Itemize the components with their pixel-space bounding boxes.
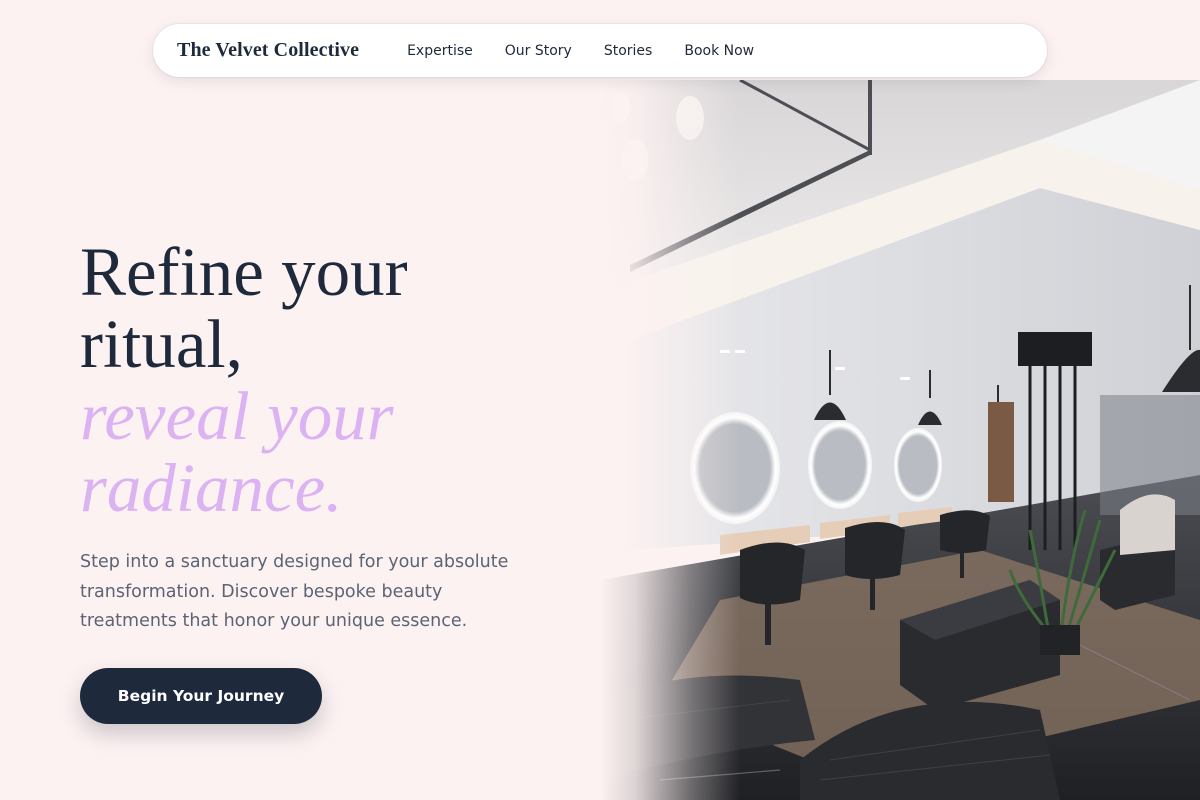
landing-page: The Velvet Collective Expertise Our Stor… [0,0,1200,800]
headline-line-1: Refine your [80,234,408,310]
hero-headline: Refine your ritual, reveal your radiance… [80,236,580,524]
top-navigation-bar: The Velvet Collective Expertise Our Stor… [153,24,1047,77]
headline-accent-line-1: reveal your [80,378,394,454]
nav-link-stories[interactable]: Stories [604,43,653,59]
salon-interior-illustration [600,80,1200,800]
nav-link-expertise[interactable]: Expertise [407,43,473,59]
nav-link-book-now[interactable]: Book Now [684,43,754,59]
headline-line-2: ritual, [80,306,243,382]
nav-links: Expertise Our Story Stories Book Now [407,43,754,59]
brand-logo-text[interactable]: The Velvet Collective [177,39,359,62]
begin-journey-button[interactable]: Begin Your Journey [80,668,322,724]
headline-accent-line-2: radiance. [80,450,343,526]
hero-subcopy: Step into a sanctuary designed for your … [80,552,509,631]
salon-interior-image [600,80,1200,800]
nav-link-our-story[interactable]: Our Story [505,43,572,59]
